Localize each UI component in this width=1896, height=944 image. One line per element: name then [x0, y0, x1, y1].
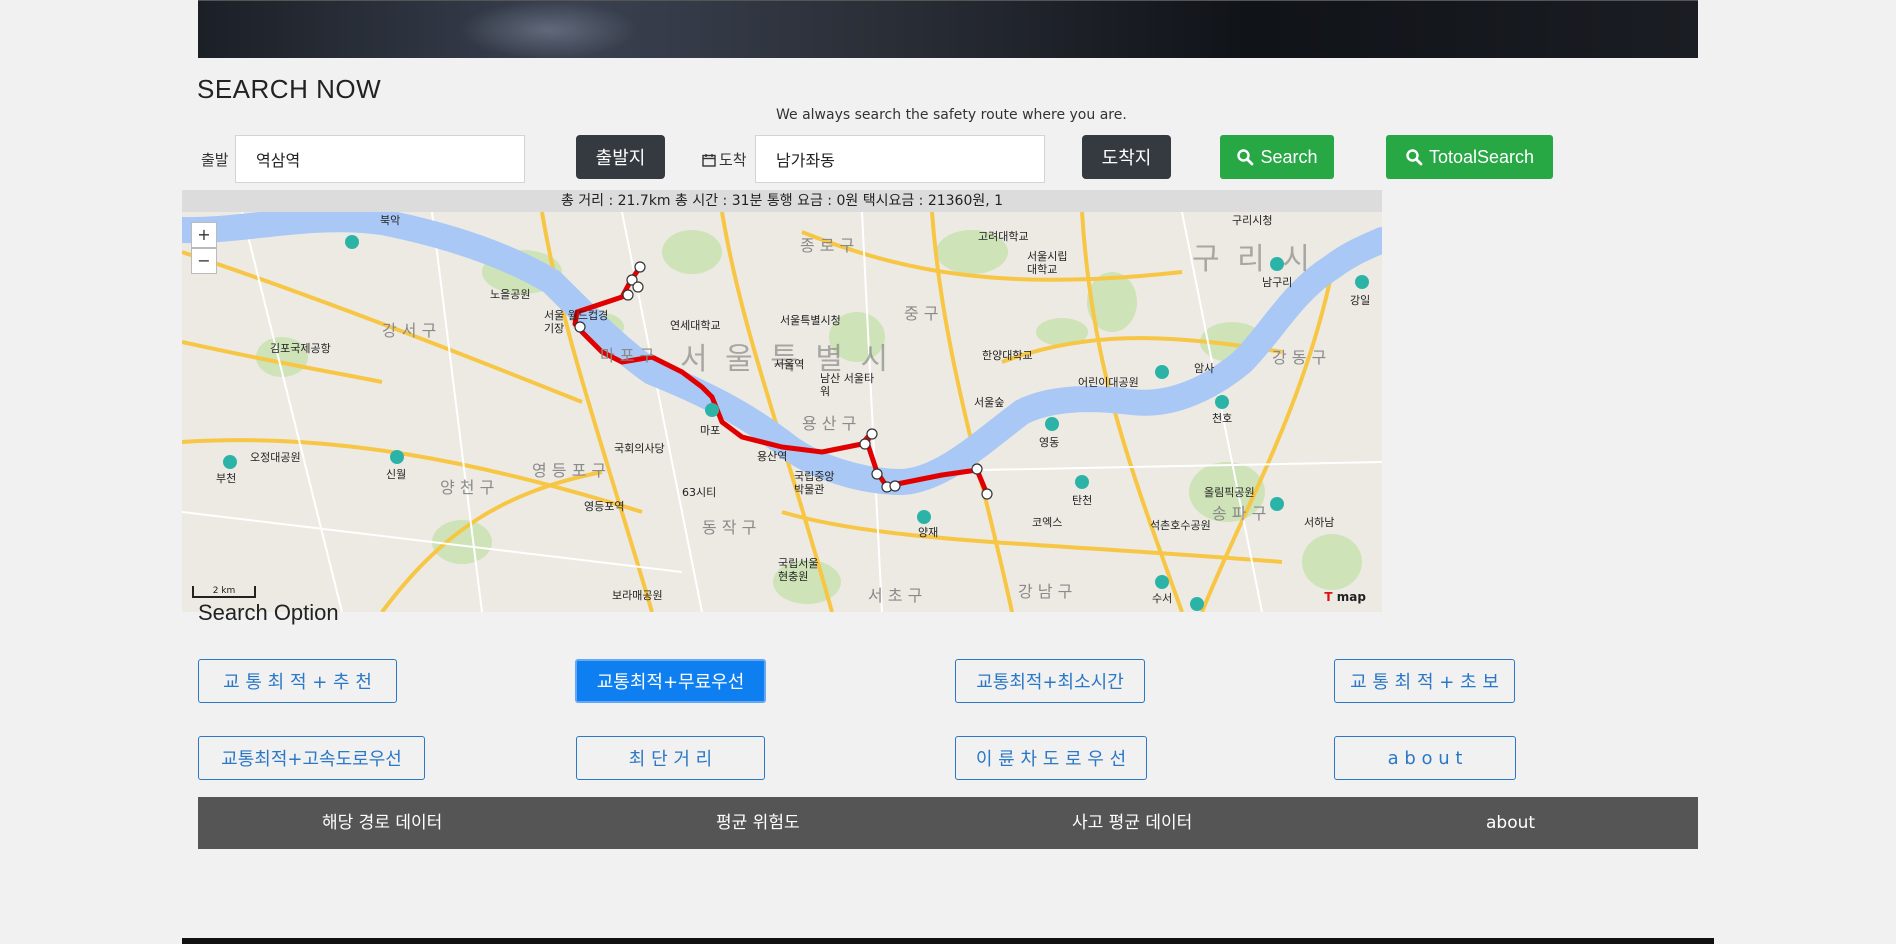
route-map[interactable]: 서 울 특 별 시 구 리 시 강 서 구 마 포 구 용 산 구 영 등 포 …: [182, 212, 1382, 612]
bottom-divider: [182, 938, 1714, 944]
map-poi-yangjae: 양재: [918, 526, 939, 539]
map-label-junggu: 중 구: [904, 304, 939, 323]
map-poi-yonsei: 연세대학교: [670, 319, 721, 332]
map-poi-tancheon: 탄천: [1072, 494, 1093, 507]
map-poi-gimpo: 김포국제공항: [270, 342, 331, 355]
map-label-guri: 구 리 시: [1192, 242, 1314, 277]
map-poi-ojeong: 오정대공원: [250, 451, 301, 464]
calendar-icon: [702, 153, 716, 167]
map-poi-63: 63시티: [682, 486, 717, 499]
zoom-in-button[interactable]: +: [191, 222, 217, 248]
map-poi-hanyang: 한양대학교: [982, 349, 1033, 362]
map-label-gangdong: 강 동 구: [1272, 348, 1327, 367]
search-button[interactable]: Search: [1220, 135, 1334, 179]
map-label-jongno: 종 로 구: [800, 236, 855, 255]
option-motorcycle-button[interactable]: 이 륜 차 도 로 우 선: [955, 736, 1147, 780]
map-poi-mapo: 마포: [700, 424, 721, 437]
map-poi-cheonho: 천호: [1212, 412, 1233, 425]
map-poi-suseo: 수서: [1152, 592, 1173, 605]
map-poi-seoulforest: 서울숲: [974, 396, 1005, 409]
origin-button[interactable]: 출발지: [576, 135, 665, 179]
search-icon: [1406, 149, 1423, 166]
map-poi-assembly: 국회의사당: [614, 442, 665, 455]
map-poi-bora: 보라매공원: [612, 589, 663, 602]
search-button-label: Search: [1260, 146, 1318, 167]
map-poi-cityhall: 서울특별시청: [780, 314, 841, 327]
map-poi-sinwol: 신월: [386, 468, 407, 481]
map-poi-gangil: 강일: [1350, 294, 1371, 307]
map-poi-yongsan-station: 용산역: [757, 450, 788, 463]
map-label-yongsan: 용 산 구: [802, 414, 857, 433]
map-poi-children: 어린이대공원: [1078, 376, 1139, 389]
map-label-gangseo: 강 서 구: [382, 321, 437, 340]
option-recommend-button[interactable]: 교 통 최 적 + 추 천: [198, 659, 397, 703]
map-poi-korea: 고려대학교: [978, 230, 1029, 243]
total-search-button[interactable]: TotoalSearch: [1386, 135, 1553, 179]
map-scale: 2 km: [192, 586, 256, 598]
dest-label-wrap: 도착: [702, 149, 747, 170]
map-poi-museum: 국립중앙박물관: [794, 470, 835, 496]
map-poi-bukhan: 북악: [380, 214, 401, 227]
option-free-road-button[interactable]: 교통최적+무료우선: [575, 659, 766, 703]
map-label-dongjak: 동 작 구: [702, 518, 757, 537]
route-summary: 총 거리 : 21.7km 총 시간 : 31분 통행 요금 : 0원 택시요금…: [182, 190, 1382, 212]
map-provider-logo: T map: [1324, 590, 1366, 604]
tmap-icon: T: [1324, 590, 1333, 604]
footer-nav: 해당 경로 데이터 평균 위험도 사고 평균 데이터 about: [198, 797, 1698, 849]
option-min-time-button[interactable]: 교통최적+최소시간: [955, 659, 1145, 703]
map-poi-bucheon: 부천: [216, 472, 237, 485]
map-poi-yeongdong: 영동: [1039, 436, 1060, 449]
page-title: SEARCH NOW: [197, 74, 382, 104]
map-poi-yeongdeungpo-station: 영등포역: [584, 500, 625, 513]
option-shortest-button[interactable]: 최 단 거 리: [576, 736, 765, 780]
footer-link-risk[interactable]: 평균 위험도: [716, 797, 800, 849]
option-about-button[interactable]: a b o u t: [1334, 736, 1516, 780]
dest-label: 도착: [719, 151, 747, 169]
map-label-gangnam: 강 남 구: [1018, 582, 1073, 601]
hero-banner: [198, 0, 1698, 59]
map-poi-cemetery: 국립서울 현충원: [778, 557, 819, 583]
map-label-yangcheon: 양 천 구: [440, 478, 495, 497]
map-poi-olympic: 올림픽공원: [1204, 486, 1255, 499]
map-poi-worldcup: 서울 월드컵경기장: [544, 309, 609, 335]
map-poi-namsan: 남산 서울타워: [820, 372, 875, 398]
map-poi-namguri: 남구리: [1262, 276, 1293, 289]
footer-link-about[interactable]: about: [1486, 797, 1535, 849]
map-poi-coex: 코엑스: [1032, 516, 1063, 529]
map-poi-noeul: 노을공원: [490, 288, 531, 301]
zoom-out-button[interactable]: −: [191, 248, 217, 274]
map-poi-amsa: 암사: [1194, 362, 1215, 375]
origin-input[interactable]: [235, 135, 525, 183]
dest-button[interactable]: 도착지: [1082, 135, 1171, 179]
option-highway-button[interactable]: 교통최적+고속도로우선: [198, 736, 425, 780]
footer-link-accident-data[interactable]: 사고 평균 데이터: [1072, 797, 1192, 849]
map-poi-seohanam: 서하남: [1304, 516, 1335, 529]
dest-input[interactable]: [755, 135, 1045, 183]
map-label-mapo: 마 포 구: [600, 346, 655, 365]
map-poi-gurisi: 구리시청: [1232, 214, 1273, 227]
search-icon: [1237, 149, 1254, 166]
total-search-button-label: TotoalSearch: [1428, 146, 1535, 167]
map-label-yeongdeungpo: 영 등 포 구: [532, 461, 607, 480]
map-label-seocho: 서 초 구: [868, 586, 923, 605]
page-subtitle: We always search the safety route where …: [776, 107, 1127, 123]
map-poi-seoulnat: 서울시립대학교: [1027, 250, 1068, 276]
search-option-heading: Search Option: [198, 600, 339, 625]
map-poi-seoul-station: 서울역: [774, 358, 805, 371]
map-poi-seokchon: 석촌호수공원: [1150, 519, 1211, 532]
map-label-songpa: 송 파 구: [1212, 504, 1267, 523]
option-beginner-button[interactable]: 교 통 최 적 + 초 보: [1334, 659, 1515, 703]
footer-link-route-data[interactable]: 해당 경로 데이터: [322, 797, 442, 849]
origin-label: 출발: [201, 151, 229, 169]
